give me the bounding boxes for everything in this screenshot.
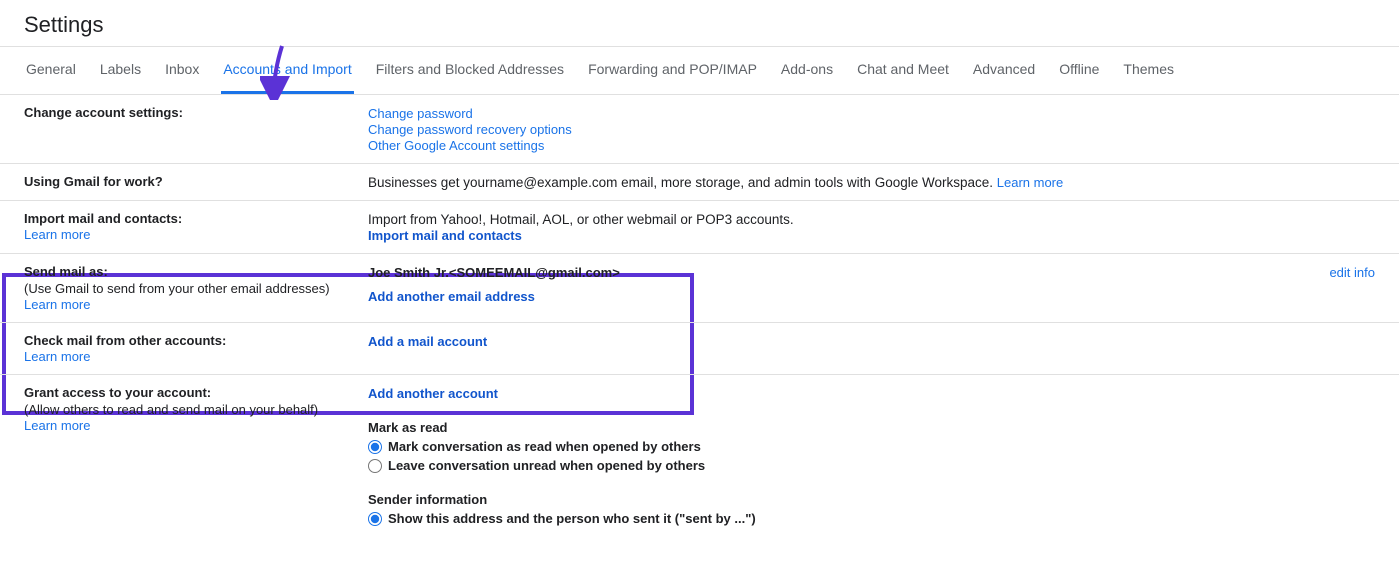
edit-info-link[interactable]: edit info: [1329, 265, 1375, 280]
change-password-link[interactable]: Change password: [368, 106, 473, 121]
add-mail-account-link[interactable]: Add a mail account: [368, 334, 487, 349]
add-email-address-link[interactable]: Add another email address: [368, 289, 535, 304]
mark-read-heading: Mark as read: [368, 420, 448, 435]
tab-forwarding[interactable]: Forwarding and POP/IMAP: [586, 47, 759, 94]
section-change-account: Change account settings: Change password…: [0, 95, 1399, 164]
section-import: Import mail and contacts: Learn more Imp…: [0, 201, 1399, 254]
tab-inbox[interactable]: Inbox: [163, 47, 201, 94]
add-another-account-link[interactable]: Add another account: [368, 386, 498, 401]
sender-info-heading: Sender information: [368, 492, 487, 507]
grant-label: Grant access to your account:: [24, 385, 368, 400]
send-as-label: Send mail as:: [24, 264, 368, 279]
tab-addons[interactable]: Add-ons: [779, 47, 835, 94]
tab-offline[interactable]: Offline: [1057, 47, 1101, 94]
import-learn-more-link[interactable]: Learn more: [24, 227, 90, 242]
check-mail-label: Check mail from other accounts:: [24, 333, 368, 348]
send-as-learn-more-link[interactable]: Learn more: [24, 297, 90, 312]
import-mail-contacts-link[interactable]: Import mail and contacts: [368, 228, 522, 243]
send-as-sub: (Use Gmail to send from your other email…: [24, 281, 368, 296]
tab-advanced[interactable]: Advanced: [971, 47, 1037, 94]
tab-chat-meet[interactable]: Chat and Meet: [855, 47, 951, 94]
tab-general[interactable]: General: [24, 47, 78, 94]
other-google-settings-link[interactable]: Other Google Account settings: [368, 138, 544, 153]
section-check-mail: Check mail from other accounts: Learn mo…: [0, 323, 1399, 375]
sender-opt1: Show this address and the person who sen…: [388, 511, 756, 526]
grant-learn-more-link[interactable]: Learn more: [24, 418, 90, 433]
import-label: Import mail and contacts:: [24, 211, 368, 226]
show-sender-radio[interactable]: [368, 512, 382, 526]
tab-labels[interactable]: Labels: [98, 47, 143, 94]
section-grant-access: Grant access to your account: (Allow oth…: [0, 375, 1399, 536]
section-work: Using Gmail for work? Businesses get you…: [0, 164, 1399, 201]
work-text: Businesses get yourname@example.com emai…: [368, 175, 997, 190]
work-label: Using Gmail for work?: [24, 174, 368, 189]
change-recovery-link[interactable]: Change password recovery options: [368, 122, 572, 137]
change-account-label: Change account settings:: [24, 105, 368, 120]
tab-filters[interactable]: Filters and Blocked Addresses: [374, 47, 566, 94]
mark-read-radio[interactable]: [368, 440, 382, 454]
section-send-as: Send mail as: (Use Gmail to send from yo…: [0, 254, 1399, 323]
leave-unread-radio[interactable]: [368, 459, 382, 473]
work-learn-more-link[interactable]: Learn more: [997, 175, 1063, 190]
grant-sub: (Allow others to read and send mail on y…: [24, 402, 368, 417]
tab-themes[interactable]: Themes: [1121, 47, 1176, 94]
import-text: Import from Yahoo!, Hotmail, AOL, or oth…: [368, 212, 794, 227]
settings-tabs: General Labels Inbox Accounts and Import…: [0, 46, 1399, 95]
mark-read-opt2: Leave conversation unread when opened by…: [388, 458, 705, 473]
mark-read-opt1: Mark conversation as read when opened by…: [388, 439, 701, 454]
tab-accounts-import[interactable]: Accounts and Import: [221, 47, 353, 94]
check-mail-learn-more-link[interactable]: Learn more: [24, 349, 90, 364]
page-title: Settings: [0, 0, 1399, 46]
send-as-identity: Joe Smith Jr.<SOMEEMAIL@gmail.com>: [368, 265, 620, 280]
